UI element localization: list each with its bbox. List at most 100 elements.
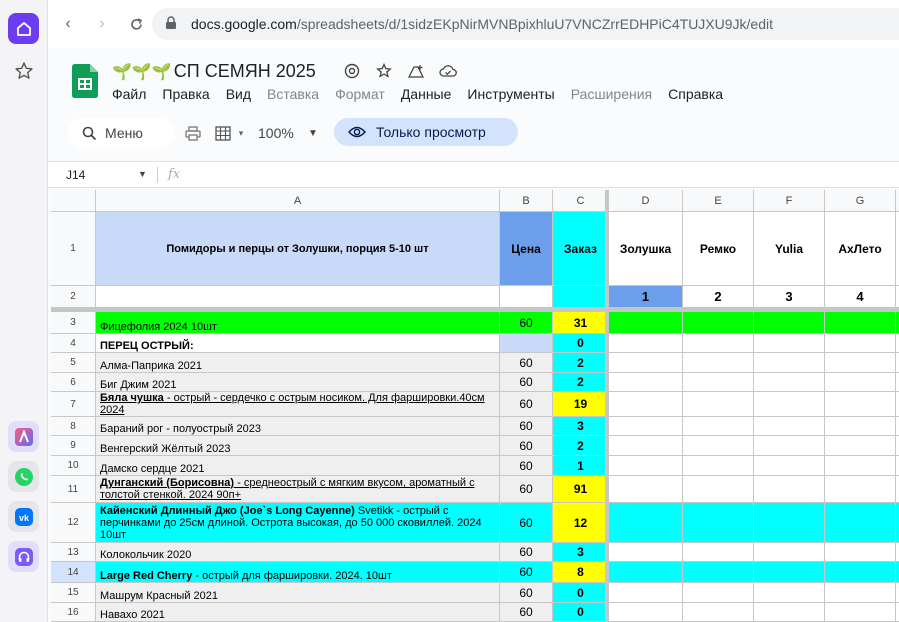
participant-cell[interactable] [754,373,825,392]
row-header[interactable]: 4 [51,334,96,353]
zoom-level[interactable]: 100% [258,125,294,141]
menu-file[interactable]: Файл [112,86,154,102]
column-title-d[interactable]: Золушка [609,212,683,286]
product-name-cell[interactable]: Фицефолия 2024 10шт [96,312,500,334]
participant-cell[interactable] [754,603,825,622]
product-name-cell[interactable]: Бяла чушка - острый - сердечко с острым … [96,392,500,417]
order-count-cell[interactable]: 3 [553,543,609,562]
column-title-b[interactable]: Цена [500,212,553,286]
column-title-g[interactable]: АхЛето [825,212,896,286]
menu-view[interactable]: Вид [226,86,259,102]
order-count-cell[interactable]: 19 [553,392,609,417]
move-to-drive-icon[interactable] [406,61,426,81]
participant-cell[interactable] [754,543,825,562]
price-cell[interactable]: 60 [500,562,553,583]
participant-cell[interactable] [754,353,825,373]
favorites-star-icon[interactable] [13,60,35,82]
participant-cell[interactable] [825,353,896,373]
cloud-saved-icon[interactable] [438,61,458,81]
product-name-cell[interactable]: Large Red Cherry - острый для фаршировки… [96,562,500,583]
row-header[interactable]: 2 [51,286,96,308]
participant-number-d[interactable]: 1 [609,286,683,308]
participant-cell[interactable] [754,417,825,436]
zoom-chevron-icon[interactable]: ▼ [308,128,318,139]
row-header[interactable]: 7 [51,392,96,417]
participant-cell[interactable] [683,543,754,562]
participant-cell[interactable] [825,543,896,562]
print-icon[interactable] [184,124,202,142]
order-count-cell[interactable]: 8 [553,562,609,583]
participant-cell[interactable] [754,334,825,353]
whatsapp-button[interactable] [8,461,39,492]
price-cell[interactable]: 60 [500,392,553,417]
participant-cell[interactable] [609,312,683,334]
price-cell[interactable]: 60 [500,503,553,543]
participant-cell[interactable] [609,503,683,543]
participant-cell[interactable] [609,543,683,562]
participant-cell[interactable] [683,312,754,334]
participant-cell[interactable] [683,373,754,392]
cell-reference-chevron-icon[interactable]: ▼ [138,169,147,179]
product-name-cell[interactable]: Дамско сердце 2021 [96,456,500,476]
order-count-cell[interactable]: 1 [553,456,609,476]
price-cell[interactable]: 60 [500,603,553,622]
url-text[interactable]: docs.google.com/spreadsheets/d/1sidzEKpN… [191,16,773,32]
participant-cell[interactable] [683,353,754,373]
column-header-g[interactable]: G [825,190,896,212]
price-cell[interactable]: 60 [500,312,553,334]
vk-button[interactable]: vk [8,501,39,532]
participant-cell[interactable] [609,373,683,392]
back-arrow-icon[interactable]: ‹ [58,14,78,34]
column-header-d[interactable]: D [609,190,683,212]
row-header[interactable]: 15 [51,583,96,603]
order-count-cell[interactable]: 0 [553,603,609,622]
row-header[interactable]: 10 [51,456,96,476]
row-header[interactable]: 11 [51,476,96,503]
row-header[interactable]: 6 [51,373,96,392]
column-title-c[interactable]: Заказ [553,212,609,286]
participant-cell[interactable] [825,583,896,603]
price-cell[interactable]: 60 [500,373,553,392]
participant-cell[interactable] [825,562,896,583]
product-name-cell[interactable]: Навахо 2021 [96,603,500,622]
menu-help[interactable]: Справка [668,86,731,102]
price-cell[interactable]: 60 [500,476,553,503]
participant-cell[interactable] [754,312,825,334]
participant-cell[interactable] [609,417,683,436]
document-title[interactable]: 🌱🌱🌱 СП СЕМЯН 2025 [112,61,316,82]
participant-number-g[interactable]: 4 [825,286,896,308]
order-count-cell[interactable]: 0 [553,334,609,353]
price-cell[interactable]: 60 [500,353,553,373]
participant-cell[interactable] [754,476,825,503]
reload-icon[interactable] [126,14,146,34]
participant-cell[interactable] [754,436,825,456]
order-count-cell[interactable]: 3 [553,417,609,436]
participant-cell[interactable] [754,456,825,476]
google-sheets-logo-icon[interactable] [72,64,98,98]
chevron-down-icon[interactable]: ▾ [232,124,250,142]
participant-cell[interactable] [683,417,754,436]
column-header-c[interactable]: C [553,190,609,212]
participant-cell[interactable] [825,503,896,543]
order-count-cell[interactable]: 12 [553,503,609,543]
row-header[interactable]: 13 [51,543,96,562]
participant-cell[interactable] [683,503,754,543]
participant-cell[interactable] [683,392,754,417]
participant-cell[interactable] [683,334,754,353]
participant-cell[interactable] [825,417,896,436]
select-all-corner[interactable] [51,190,96,212]
row-header[interactable]: 9 [51,436,96,456]
participant-number-f[interactable]: 3 [754,286,825,308]
music-button[interactable] [8,541,39,572]
participant-cell[interactable] [825,456,896,476]
price-cell[interactable]: 60 [500,436,553,456]
participant-cell[interactable] [609,456,683,476]
star-icon[interactable] [374,61,394,81]
product-name-cell[interactable]: Алма-Паприка 2021 [96,353,500,373]
participant-cell[interactable] [683,603,754,622]
participant-cell[interactable] [754,392,825,417]
column-header-a[interactable]: A [96,190,500,212]
price-cell[interactable]: 60 [500,417,553,436]
participant-cell[interactable] [683,436,754,456]
product-name-cell[interactable]: Колокольчик 2020 [96,543,500,562]
